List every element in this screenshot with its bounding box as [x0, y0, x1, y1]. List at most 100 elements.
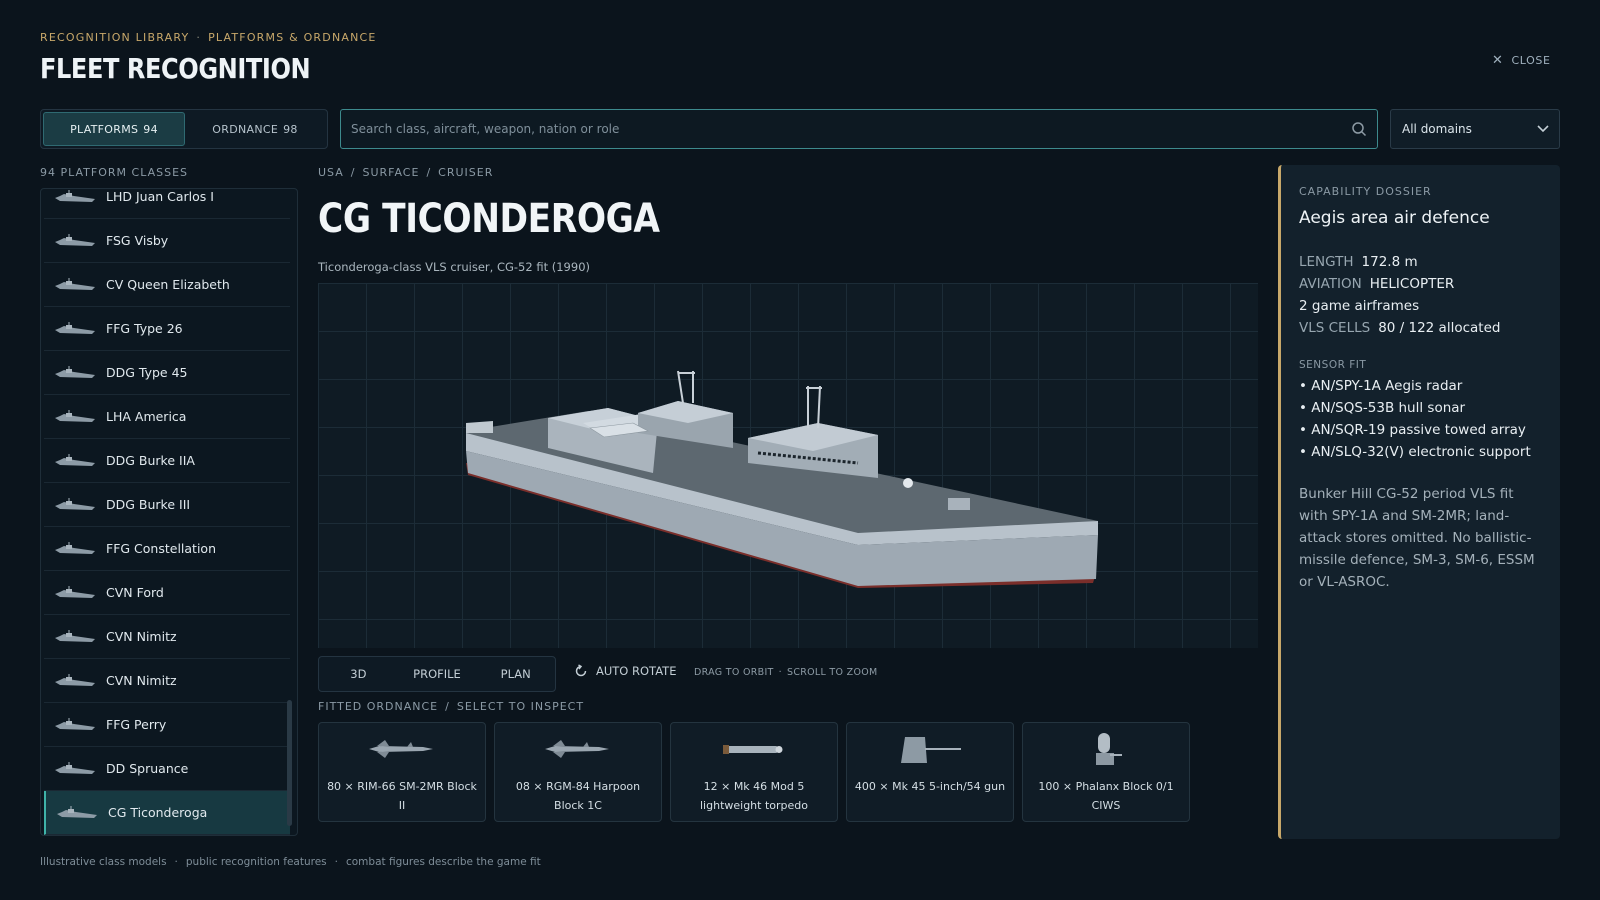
ciws-icon	[1096, 733, 1122, 765]
sensor-item: • AN/SPY-1A Aegis radar	[1299, 378, 1463, 394]
dossier-stats: LENGTH 172.8 m AVIATION HELICOPTER 2 game …	[1299, 251, 1542, 339]
platform-list-item[interactable]: DD Spruance	[44, 747, 290, 791]
platform-list-item-label: CVN Ford	[106, 585, 164, 600]
ordnance-image	[543, 731, 613, 767]
platform-list-item-label: FFG Constellation	[106, 541, 216, 556]
ship-thumbnail-icon	[55, 497, 95, 510]
ship-thumbnail-icon	[55, 585, 95, 598]
breadcrumb-nation: USA	[318, 166, 344, 179]
library-tabs: PLATFORMS 94 ORDNANCE 98	[40, 109, 328, 149]
view-plan-button[interactable]: PLAN	[476, 657, 555, 691]
detail-breadcrumb: USA / SURFACE / CRUISER	[318, 166, 494, 179]
view-profile-button[interactable]: PROFILE	[398, 657, 477, 691]
ship-thumbnail-icon	[55, 409, 95, 422]
platform-list-item[interactable]: LHA America	[44, 395, 290, 439]
ship-thumbnail-icon	[55, 541, 95, 554]
close-label: CLOSE	[1511, 54, 1551, 67]
ordnance-card[interactable]: 400 × Mk 45 5-inch/54 gun	[846, 722, 1014, 822]
platform-list-item[interactable]: CVN Nimitz	[44, 659, 290, 703]
sensor-item: • AN/SLQ-32(V) electronic support	[1299, 444, 1531, 460]
platform-list-item[interactable]: FFG Perry	[44, 703, 290, 747]
ship-thumbnail-icon	[57, 805, 97, 818]
search-input[interactable]	[351, 122, 1351, 136]
platforms-count: 94	[143, 122, 158, 136]
platform-list-item[interactable]: DDG Burke IIA	[44, 439, 290, 483]
viewport-hint: DRAG TO ORBIT · SCROLL TO ZOOM	[694, 667, 878, 678]
platform-list-item-label: LHA America	[106, 409, 187, 424]
ordnance-image	[895, 731, 965, 767]
ordnance-card[interactable]: 80 × RIM-66 SM-2MR Block II	[318, 722, 486, 822]
platform-list-item[interactable]: DDG Type 45	[44, 351, 290, 395]
ship-thumbnail-icon	[55, 233, 95, 246]
platform-list-item[interactable]: FFG Type 26	[44, 307, 290, 351]
platform-list-item[interactable]: DDG Burke III	[44, 483, 290, 527]
breadcrumb-library: RECOGNITION LIBRARY	[40, 31, 190, 44]
platform-list-item[interactable]: CVN Nimitz	[44, 615, 290, 659]
platform-list-item[interactable]: FFG Constellation	[44, 527, 290, 571]
ship-subtitle: Ticonderoga-class VLS cruiser, CG-52 fit…	[318, 260, 590, 274]
ship-thumbnail-icon	[55, 321, 95, 334]
aviation-stat: AVIATION HELICOPTER	[1299, 276, 1455, 292]
tab-platforms[interactable]: PLATFORMS 94	[43, 112, 185, 146]
breadcrumb: RECOGNITION LIBRARY · PLATFORMS & ORDNANCE	[40, 31, 377, 44]
platform-list-item-label: CVN Nimitz	[106, 673, 177, 688]
rotate-icon	[575, 664, 587, 677]
domain-select[interactable]: All domains	[1390, 109, 1560, 149]
page-title: FLEET RECOGNITION	[40, 52, 311, 85]
breadcrumb-section: PLATFORMS & ORDNANCE	[208, 31, 377, 44]
ordnance-cards: 80 × RIM-66 SM-2MR Block II 08 × RGM-84 H…	[318, 722, 1190, 822]
ship-thumbnail-icon	[55, 761, 95, 774]
ship-thumbnail-icon	[55, 453, 95, 466]
model-viewport[interactable]	[318, 283, 1258, 648]
breadcrumb-type: CRUISER	[438, 166, 494, 179]
airframes-stat: 2 game airframes	[1299, 298, 1420, 314]
ordnance-card-label: 80 × RIM-66 SM-2MR Block II	[327, 780, 477, 812]
platform-list-item[interactable]: LHD Juan Carlos I	[44, 189, 290, 219]
platform-count: 94 PLATFORM CLASSES	[40, 166, 188, 179]
search-box	[340, 109, 1378, 149]
ordnance-card[interactable]: 100 × Phalanx Block 0/1 CIWS	[1022, 722, 1190, 822]
missile-icon	[369, 740, 433, 758]
close-icon: ✕	[1492, 53, 1504, 68]
tab-ordnance[interactable]: ORDNANCE 98	[185, 112, 325, 146]
gun-icon	[901, 737, 961, 763]
platform-list-item-label: FFG Perry	[106, 717, 167, 732]
ship-thumbnail-icon	[55, 189, 95, 202]
ordnance-card-label: 100 × Phalanx Block 0/1 CIWS	[1038, 780, 1174, 812]
platform-list-item[interactable]: CVN Ford	[44, 571, 290, 615]
dossier-caption: CAPABILITY DOSSIER	[1299, 185, 1432, 198]
ordnance-card[interactable]: 08 × RGM-84 Harpoon Block 1C	[494, 722, 662, 822]
ordnance-image	[1086, 731, 1126, 767]
platform-list-item-label: LHD Juan Carlos I	[106, 189, 214, 204]
close-button[interactable]: ✕ CLOSE	[1492, 53, 1551, 68]
auto-rotate-label: AUTO ROTATE	[596, 664, 677, 678]
ordnance-card-label: 12 × Mk 46 Mod 5 lightweight torpedo	[700, 780, 808, 812]
vls-stat: VLS CELLS 80 / 122 allocated	[1299, 320, 1501, 336]
platform-list-item-label: FSG Visby	[106, 233, 169, 248]
search-icon[interactable]	[1351, 121, 1367, 137]
auto-rotate-toggle[interactable]: AUTO ROTATE	[574, 664, 676, 678]
domain-select-value: All domains	[1402, 122, 1472, 136]
length-stat: LENGTH 172.8 m	[1299, 254, 1418, 270]
platform-list-item[interactable]: FSG Visby	[44, 219, 290, 263]
ordnance-card[interactable]: 12 × Mk 46 Mod 5 lightweight torpedo	[670, 722, 838, 822]
breadcrumb-domain: SURFACE	[362, 166, 420, 179]
platform-list-item-label: CG Ticonderoga	[108, 805, 208, 820]
platform-list-item[interactable]: CV Queen Elizabeth	[44, 263, 290, 307]
fitted-ordnance-label: FITTED ORDNANCE / SELECT TO INSPECT	[318, 700, 585, 713]
view-mode-toggle: 3D PROFILE PLAN	[318, 656, 556, 692]
ordnance-card-label: 08 × RGM-84 Harpoon Block 1C	[515, 780, 641, 812]
torpedo-icon	[723, 745, 783, 754]
ship-thumbnail-icon	[55, 365, 95, 378]
platform-list[interactable]: LHD Juan Carlos I FSG Visby CV Queen Eliza…	[40, 188, 298, 836]
list-scrollbar[interactable]	[287, 700, 292, 826]
platform-list-item-label: DDG Burke IIA	[106, 453, 195, 468]
footer-note: Illustrative class models · public recogni…	[40, 856, 541, 868]
platform-list-item[interactable]: CG Ticonderoga	[44, 791, 290, 835]
platform-list-items: LHD Juan Carlos I FSG Visby CV Queen Eliza…	[44, 189, 290, 835]
view-3d-button[interactable]: 3D	[319, 657, 398, 691]
capability-dossier: CAPABILITY DOSSIER Aegis area air defenc…	[1278, 165, 1560, 839]
platform-list-item-label: DDG Type 45	[106, 365, 188, 380]
missile-icon	[545, 740, 609, 758]
dossier-note: Bunker Hill CG-52 period VLS fit with SP…	[1299, 486, 1535, 590]
